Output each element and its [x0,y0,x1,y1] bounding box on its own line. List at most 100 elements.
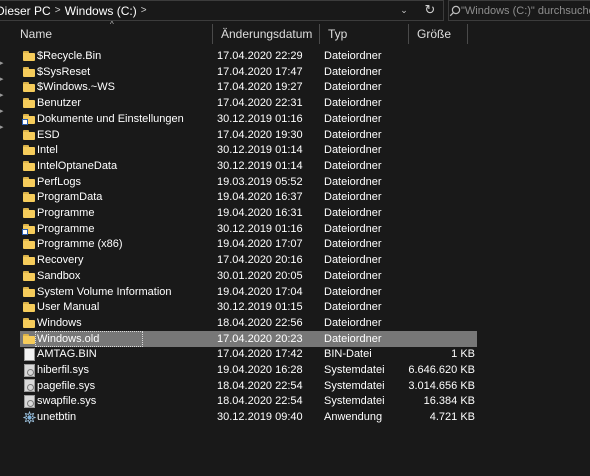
file-row[interactable]: Dokumente und Einstellungen 30.12.2019 01… [20,111,477,127]
application-icon [22,409,36,425]
file-icon [22,346,36,362]
file-row[interactable]: AMTAG.BIN 17.04.2020 17:42 BIN-Datei 1 KB [20,346,477,362]
expand-chevron-icon[interactable]: ▸ [0,60,8,68]
file-row[interactable]: ESD 17.04.2020 19:30 Dateiordner [20,127,477,143]
file-name: ESD [37,128,60,141]
column-header-date[interactable]: Änderungsdatum [213,22,319,46]
file-name: $Windows.~WS [37,81,115,94]
file-size [393,205,475,221]
file-type: Dateiordner [324,191,382,204]
folder-icon [22,48,36,64]
column-date-label: Änderungsdatum [221,27,313,41]
file-type: Dateiordner [324,144,382,157]
file-row[interactable]: System Volume Information 19.04.2020 17:0… [20,284,477,300]
address-history-dropdown-icon[interactable]: ⌄ [392,2,416,18]
column-header-type[interactable]: Typ [320,22,408,46]
file-size [393,299,475,315]
file-date: 17.04.2020 19:30 [217,128,303,141]
file-row[interactable]: Windows 18.04.2020 22:56 Dateiordner [20,315,477,331]
file-type: Dateiordner [324,128,382,141]
column-header-name[interactable]: Name ^ [12,20,212,46]
file-row[interactable]: hiberfil.sys 19.04.2020 16:28 Systemdatei 6… [20,362,477,378]
folder-icon [22,331,36,347]
file-row[interactable]: Programme 30.12.2019 01:16 Dateiordner [20,221,477,237]
file-name: Benutzer [37,97,82,110]
file-row[interactable]: ProgramData 19.04.2020 16:37 Dateiordner [20,189,477,205]
file-size [393,315,475,331]
file-size [393,111,475,127]
file-name: unetbtin [37,411,77,424]
file-size: 6.646.620 KB [408,364,475,376]
folder-icon [22,189,36,205]
folder-link-icon [22,111,36,127]
system-file-icon [22,393,36,409]
breadcrumb-separator[interactable]: > [137,5,151,16]
column-divider[interactable] [467,24,468,44]
file-date: 17.04.2020 20:23 [217,332,303,345]
file-type: Dateiordner [324,316,382,329]
file-row[interactable]: Intel 30.12.2019 01:14 Dateiordner [20,142,477,158]
file-type: Dateiordner [324,332,382,345]
expand-chevron-icon[interactable]: ▸ [0,108,8,116]
file-row[interactable]: IntelOptaneData 30.12.2019 01:14 Dateiordn… [20,158,477,174]
file-name: Dokumente und Einstellungen [37,112,184,125]
file-date: 30.12.2019 01:16 [217,112,303,125]
refresh-icon[interactable]: ↻ [418,1,442,19]
file-row[interactable]: Recovery 17.04.2020 20:16 Dateiordner [20,252,477,268]
search-input[interactable]: "Windows (C:)" durchsuchen [448,0,590,21]
folder-link-icon [22,221,36,237]
file-name: $SysReset [37,65,91,78]
file-type: Dateiordner [324,159,382,172]
breadcrumb-this-pc[interactable]: Dieser PC [0,4,51,18]
file-row[interactable]: $Windows.~WS 17.04.2020 19:27 Dateiordner [20,79,477,95]
file-row[interactable]: Benutzer 17.04.2020 22:31 Dateiordner [20,95,477,111]
file-type: BIN-Datei [324,348,372,361]
file-row[interactable]: $SysReset 17.04.2020 17:47 Dateiordner [20,64,477,80]
file-row[interactable]: unetbtin 30.12.2019 09:40 Anwendung 4.721 K… [20,409,477,425]
expand-chevron-icon[interactable]: ▸ [0,92,8,100]
navigation-pane-edge: ▸ ▸ ▸ ▸ ▸ [0,22,12,476]
file-type: Dateiordner [324,97,382,110]
search-icon [449,2,461,20]
file-date: 17.04.2020 22:29 [217,50,303,62]
sort-ascending-icon: ^ [110,20,114,29]
file-size [393,142,475,158]
file-type: Dateiordner [324,175,382,188]
file-row[interactable]: $Recycle.Bin 17.04.2020 22:29 Dateiordner [20,48,477,64]
file-date: 30.01.2020 20:05 [217,269,303,282]
file-size: 4.721 KB [429,411,475,424]
file-type: Dateiordner [324,269,382,282]
file-row[interactable]: Programme (x86) 19.04.2020 17:07 Dateiordn… [20,236,477,252]
folder-icon [22,174,36,190]
expand-chevron-icon[interactable]: ▸ [0,76,8,84]
file-name: pagefile.sys [37,379,96,392]
expand-chevron-icon[interactable]: ▸ [0,124,8,132]
file-row[interactable]: Sandbox 30.01.2020 20:05 Dateiordner [20,268,477,284]
file-row[interactable]: swapfile.sys 18.04.2020 22:54 Systemdatei 1… [20,393,477,409]
column-name-label: Name [20,27,53,41]
file-name: Sandbox [37,269,81,282]
folder-icon [22,236,36,252]
file-size [393,236,475,252]
file-date: 19.04.2020 17:04 [217,285,303,298]
file-date: 30.12.2019 09:40 [217,411,303,424]
file-date: 17.04.2020 17:47 [217,65,303,78]
file-row[interactable]: pagefile.sys 18.04.2020 22:54 Systemdatei 3… [20,378,477,394]
file-date: 17.04.2020 20:16 [217,254,303,267]
file-row[interactable]: User Manual 30.12.2019 01:15 Dateiordner [20,299,477,315]
file-size [393,252,475,268]
file-name: Programme [37,222,95,235]
address-bar[interactable]: Dieser PC > Windows (C:) > [0,0,444,21]
file-row[interactable]: PerfLogs 19.03.2019 05:52 Dateiordner [20,174,477,190]
file-row[interactable]: Windows.old 17.04.2020 20:23 Dateiordner [20,330,477,347]
file-name: PerfLogs [37,175,82,188]
column-header-size[interactable]: Größe [409,22,467,46]
folder-icon [22,268,36,284]
folder-icon [22,315,36,331]
breadcrumb-windows-c[interactable]: Windows (C:) [65,4,137,18]
file-row[interactable]: Programme 19.04.2020 16:31 Dateiordner [20,205,477,221]
file-date: 18.04.2020 22:54 [217,379,303,392]
search-placeholder: "Windows (C:)" durchsuchen [461,4,590,17]
file-size [393,95,475,111]
breadcrumb-separator[interactable]: > [51,5,65,16]
